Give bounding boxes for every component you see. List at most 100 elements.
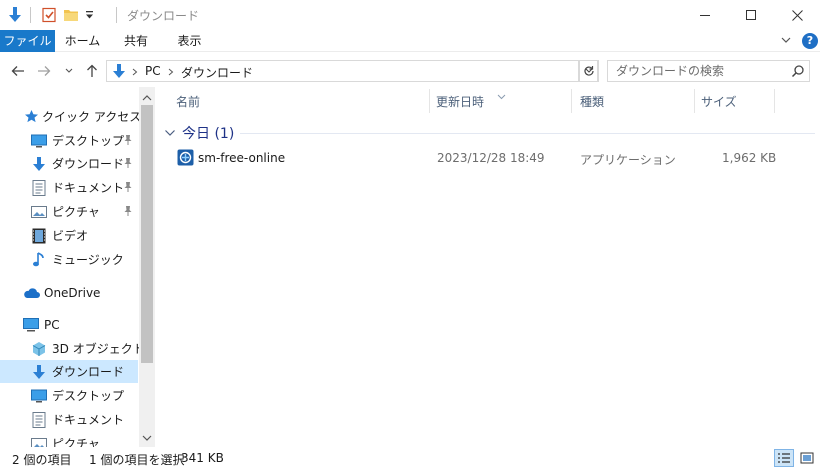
nav-label: ドキュメント	[52, 413, 125, 427]
address-bar[interactable]: PC ダウンロード	[106, 60, 579, 82]
download-icon	[30, 155, 48, 173]
3d-objects-icon	[30, 340, 48, 358]
large-icons-view-icon	[800, 452, 814, 464]
status-selection-size: 341 KB	[181, 451, 224, 465]
recent-locations-icon[interactable]	[62, 62, 76, 80]
nav-item-desktop-pc[interactable]: デスクトップ	[0, 384, 138, 407]
navigation-pane: クイック アクセス デスクトップ ダウンロード ドキュメント ピクチャ ビデオ	[0, 87, 155, 447]
file-date: 2023/12/28 18:49	[437, 151, 545, 165]
tab-file[interactable]: ファイル	[0, 30, 55, 52]
search-input[interactable]	[608, 61, 788, 81]
application-icon	[177, 149, 194, 169]
column-divider[interactable]	[571, 89, 572, 113]
column-size[interactable]: サイズ	[701, 87, 771, 117]
search-box[interactable]	[607, 60, 810, 82]
video-icon	[30, 227, 48, 245]
column-name[interactable]: 名前	[176, 87, 426, 117]
nav-item-music[interactable]: ミュージック	[0, 248, 138, 271]
title-bar: ダウンロード	[0, 0, 820, 30]
nav-label: ピクチャ	[52, 437, 100, 447]
nav-pc[interactable]: PC	[0, 313, 138, 336]
large-icons-view-button[interactable]	[797, 449, 817, 467]
nav-label: ビデオ	[52, 229, 89, 243]
column-type[interactable]: 種類	[580, 87, 690, 117]
nav-item-desktop[interactable]: デスクトップ	[0, 129, 138, 152]
pin-icon[interactable]	[123, 157, 133, 172]
new-folder-icon[interactable]	[60, 5, 82, 25]
expand-ribbon-icon[interactable]	[780, 34, 792, 49]
column-divider[interactable]	[694, 89, 695, 113]
close-button[interactable]	[774, 0, 820, 30]
nav-item-documents[interactable]: ドキュメント	[0, 176, 138, 199]
pin-icon[interactable]	[123, 181, 133, 196]
scroll-down-icon[interactable]	[142, 431, 152, 445]
minimize-button[interactable]	[682, 0, 728, 30]
nav-onedrive[interactable]: OneDrive	[0, 281, 138, 304]
nav-item-downloads[interactable]: ダウンロード	[0, 152, 138, 175]
nav-quick-access[interactable]: クイック アクセス	[0, 105, 142, 128]
tab-home[interactable]: ホーム	[55, 30, 110, 52]
nav-label: ドキュメント	[52, 181, 125, 195]
pin-icon[interactable]	[123, 134, 133, 149]
download-folder-icon[interactable]	[4, 5, 26, 25]
customize-toolbar-icon[interactable]	[82, 5, 96, 25]
download-icon	[30, 363, 48, 381]
nav-label: OneDrive	[44, 285, 101, 300]
nav-label: PC	[44, 317, 60, 332]
window-title: ダウンロード	[127, 9, 200, 23]
nav-label: ダウンロード	[52, 157, 125, 171]
search-icon[interactable]	[791, 64, 805, 81]
status-item-count: 2 個の項目	[12, 453, 72, 467]
column-divider[interactable]	[429, 89, 430, 113]
title-divider	[30, 7, 31, 23]
details-view-button[interactable]	[774, 449, 794, 467]
nav-item-pictures-pc[interactable]: ピクチャ	[0, 432, 138, 447]
group-divider	[240, 133, 815, 134]
scroll-up-icon[interactable]	[142, 91, 152, 105]
cloud-icon	[22, 284, 40, 302]
up-button[interactable]	[82, 62, 102, 80]
group-label: 今日 (1)	[182, 126, 235, 142]
document-icon	[30, 411, 48, 429]
breadcrumb-downloads[interactable]: ダウンロード	[181, 64, 253, 81]
ribbon-tabs: ファイル ホーム 共有 表示 ?	[0, 30, 820, 52]
forward-button[interactable]	[34, 62, 54, 80]
tab-view[interactable]: 表示	[162, 30, 217, 52]
desktop-icon	[30, 132, 48, 150]
breadcrumb-chevron-icon	[168, 68, 174, 76]
nav-item-downloads-pc[interactable]: ダウンロード	[0, 360, 138, 383]
star-icon	[22, 108, 40, 126]
nav-item-pictures[interactable]: ピクチャ	[0, 200, 138, 223]
table-row[interactable]: sm-free-online 2023/12/28 18:49 アプリケーション…	[174, 147, 814, 169]
column-date[interactable]: 更新日時	[436, 87, 566, 117]
nav-item-documents-pc[interactable]: ドキュメント	[0, 408, 138, 431]
refresh-button[interactable]	[579, 60, 599, 82]
breadcrumb-pc[interactable]: PC	[145, 64, 161, 78]
properties-icon[interactable]	[38, 5, 60, 25]
group-header-today[interactable]: 今日 (1)	[164, 122, 234, 144]
file-type: アプリケーション	[580, 153, 676, 167]
nav-label: デスクトップ	[52, 389, 125, 403]
nav-label: ミュージック	[52, 253, 124, 267]
title-divider	[116, 7, 117, 23]
status-selection: 1 個の項目を選択	[89, 453, 185, 467]
pin-icon[interactable]	[123, 205, 133, 220]
desktop-icon	[30, 387, 48, 405]
chevron-down-icon[interactable]	[164, 128, 176, 138]
nav-label: ダウンロード	[52, 365, 125, 379]
nav-label: ピクチャ	[52, 205, 100, 219]
nav-item-videos[interactable]: ビデオ	[0, 224, 138, 247]
help-icon[interactable]: ?	[802, 33, 818, 49]
nav-item-3d-objects[interactable]: 3D オブジェクト	[0, 337, 145, 360]
status-bar: 2 個の項目 1 個の項目を選択 341 KB	[0, 448, 820, 468]
details-view-icon	[778, 453, 790, 463]
maximize-button[interactable]	[728, 0, 774, 30]
column-divider[interactable]	[774, 89, 775, 113]
picture-icon	[30, 203, 48, 221]
music-icon	[30, 251, 48, 269]
nav-scrollbar[interactable]	[139, 87, 155, 447]
back-button[interactable]	[8, 62, 28, 80]
nav-label: クイック アクセス	[42, 110, 142, 124]
scrollbar-thumb[interactable]	[141, 105, 153, 363]
tab-share[interactable]: 共有	[110, 30, 162, 52]
